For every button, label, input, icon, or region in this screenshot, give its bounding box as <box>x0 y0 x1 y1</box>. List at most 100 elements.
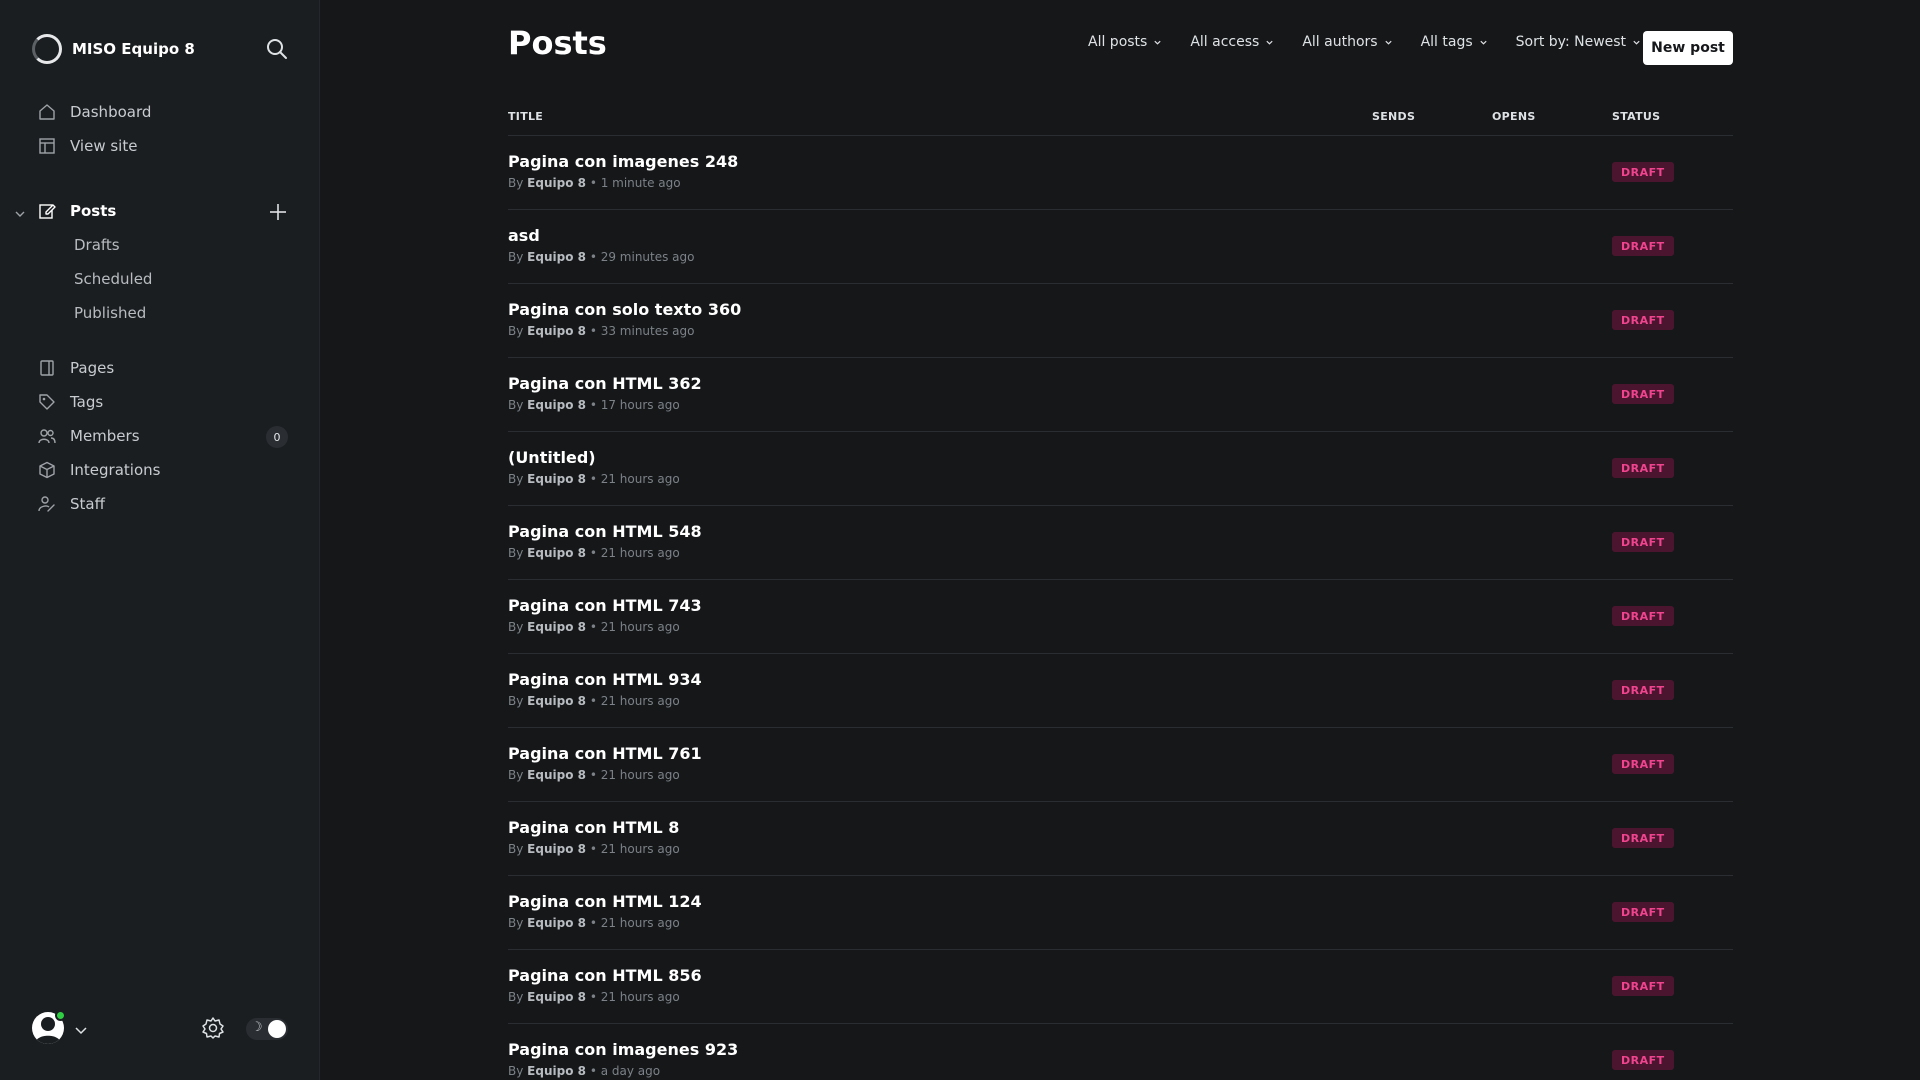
table-row[interactable]: Pagina con HTML 548 By Equipo 8 • 21 hour… <box>508 506 1733 580</box>
status-badge: DRAFT <box>1612 310 1674 330</box>
chevron-down-icon <box>1154 40 1161 45</box>
search-icon[interactable] <box>264 36 290 62</box>
table-row[interactable]: Pagina con solo texto 360 By Equipo 8 • 3… <box>508 284 1733 358</box>
post-author: Equipo 8 <box>527 990 586 1004</box>
chevron-down-icon[interactable] <box>14 206 26 218</box>
post-title[interactable]: Pagina con HTML 362 <box>508 374 702 393</box>
sidebar-item-view-site[interactable]: View site <box>0 129 320 163</box>
staff-icon <box>38 495 56 513</box>
table-row[interactable]: Pagina con HTML 761 By Equipo 8 • 21 hour… <box>508 728 1733 802</box>
post-title[interactable]: Pagina con HTML 761 <box>508 744 702 763</box>
sidebar-item-members[interactable]: Members 0 <box>0 419 320 453</box>
filter-label: Sort by: Newest <box>1515 34 1627 50</box>
post-meta: By Equipo 8 • 21 hours ago <box>508 620 680 634</box>
post-title[interactable]: Pagina con HTML 124 <box>508 892 702 911</box>
sidebar-item-staff[interactable]: Staff <box>0 487 320 521</box>
table-body: Pagina con imagenes 248 By Equipo 8 • 1 m… <box>508 136 1733 1080</box>
post-meta: By Equipo 8 • 21 hours ago <box>508 768 680 782</box>
table-row[interactable]: Pagina con HTML 743 By Equipo 8 • 21 hour… <box>508 580 1733 654</box>
edit-icon <box>38 202 56 220</box>
status-badge: DRAFT <box>1612 606 1674 626</box>
chevron-down-icon <box>1480 40 1487 45</box>
plus-icon[interactable] <box>268 202 288 222</box>
box-icon <box>38 461 56 479</box>
post-title[interactable]: Pagina con HTML 8 <box>508 818 679 837</box>
post-title[interactable]: Pagina con HTML 934 <box>508 670 702 689</box>
table-row[interactable]: Pagina con imagenes 248 By Equipo 8 • 1 m… <box>508 136 1733 210</box>
post-time: • 29 minutes ago <box>589 250 695 264</box>
sidebar-item-scheduled[interactable]: Scheduled <box>0 262 320 296</box>
post-time: • 21 hours ago <box>589 472 680 486</box>
chevron-down-icon[interactable] <box>74 1022 88 1036</box>
filter-all-authors[interactable]: All authors <box>1302 34 1392 50</box>
table-row[interactable]: Pagina con HTML 362 By Equipo 8 • 17 hour… <box>508 358 1733 432</box>
table-row[interactable]: Pagina con imagenes 923 By Equipo 8 • a d… <box>508 1024 1733 1080</box>
nav-top: Dashboard View site <box>0 95 320 163</box>
post-title[interactable]: asd <box>508 226 540 245</box>
nav-bottom: Pages Tags Members 0 Integrations Staff <box>0 351 320 521</box>
post-by-label: By <box>508 916 524 930</box>
page-icon <box>38 359 56 377</box>
sidebar-item-drafts[interactable]: Drafts <box>0 228 320 262</box>
post-by-label: By <box>508 398 524 412</box>
post-title[interactable]: Pagina con HTML 743 <box>508 596 702 615</box>
post-author: Equipo 8 <box>527 324 586 338</box>
sidebar-item-posts[interactable]: Posts <box>0 194 320 228</box>
post-title[interactable]: Pagina con imagenes 923 <box>508 1040 738 1059</box>
theme-toggle[interactable]: ☽ <box>246 1018 288 1040</box>
filter-sort[interactable]: Sort by: Newest <box>1516 34 1641 50</box>
status-badge: DRAFT <box>1612 162 1674 182</box>
sidebar-item-tags[interactable]: Tags <box>0 385 320 419</box>
post-author: Equipo 8 <box>527 250 586 264</box>
post-time: • 33 minutes ago <box>589 324 695 338</box>
post-meta: By Equipo 8 • 21 hours ago <box>508 546 680 560</box>
chevron-down-icon <box>1266 40 1273 45</box>
post-title[interactable]: (Untitled) <box>508 448 596 467</box>
post-title[interactable]: Pagina con solo texto 360 <box>508 300 741 319</box>
post-title[interactable]: Pagina con HTML 856 <box>508 966 702 985</box>
filter-all-access[interactable]: All access <box>1190 34 1274 50</box>
post-title[interactable]: Pagina con imagenes 248 <box>508 152 738 171</box>
post-by-label: By <box>508 1064 524 1078</box>
column-header-opens[interactable]: OPENS <box>1492 110 1536 123</box>
table-row[interactable]: Pagina con HTML 8 By Equipo 8 • 21 hours … <box>508 802 1733 876</box>
filter-label: All authors <box>1302 34 1378 50</box>
post-author: Equipo 8 <box>527 768 586 782</box>
home-icon <box>38 103 56 121</box>
post-author: Equipo 8 <box>527 472 586 486</box>
sidebar-footer: ☽ <box>30 1010 300 1046</box>
sidebar-item-published[interactable]: Published <box>0 296 320 330</box>
members-icon <box>38 427 56 445</box>
post-by-label: By <box>508 324 524 338</box>
table-row[interactable]: Pagina con HTML 124 By Equipo 8 • 21 hour… <box>508 876 1733 950</box>
post-author: Equipo 8 <box>527 916 586 930</box>
table-row[interactable]: Pagina con HTML 856 By Equipo 8 • 21 hour… <box>508 950 1733 1024</box>
status-badge: DRAFT <box>1612 902 1674 922</box>
site-name: MISO Equipo 8 <box>72 40 195 58</box>
column-header-title[interactable]: TITLE <box>508 110 543 123</box>
new-post-button[interactable]: New post <box>1643 31 1733 65</box>
brand[interactable]: MISO Equipo 8 <box>32 34 195 64</box>
sidebar-item-dashboard[interactable]: Dashboard <box>0 95 320 129</box>
table-row[interactable]: (Untitled) By Equipo 8 • 21 hours ago DRAF… <box>508 432 1733 506</box>
table-row[interactable]: asd By Equipo 8 • 29 minutes ago DRAFT <box>508 210 1733 284</box>
post-meta: By Equipo 8 • 17 hours ago <box>508 398 680 412</box>
post-by-label: By <box>508 472 524 486</box>
sidebar-item-label: Pages <box>70 359 115 377</box>
sidebar-item-integrations[interactable]: Integrations <box>0 453 320 487</box>
sidebar-item-pages[interactable]: Pages <box>0 351 320 385</box>
main-content: Posts All posts All access All authors A… <box>321 0 1920 1080</box>
table-row[interactable]: Pagina con HTML 934 By Equipo 8 • 21 hour… <box>508 654 1733 728</box>
post-title[interactable]: Pagina con HTML 548 <box>508 522 702 541</box>
status-badge: DRAFT <box>1612 384 1674 404</box>
status-badge: DRAFT <box>1612 976 1674 996</box>
filter-all-tags[interactable]: All tags <box>1421 34 1488 50</box>
column-header-status[interactable]: STATUS <box>1612 110 1660 123</box>
filter-label: All posts <box>1088 34 1148 50</box>
filter-all-posts[interactable]: All posts <box>1088 34 1162 50</box>
column-header-sends[interactable]: SENDS <box>1372 110 1415 123</box>
gear-icon[interactable] <box>201 1016 225 1040</box>
status-badge: DRAFT <box>1612 458 1674 478</box>
members-count-badge: 0 <box>266 426 288 448</box>
sidebar-item-label: Integrations <box>70 461 161 479</box>
